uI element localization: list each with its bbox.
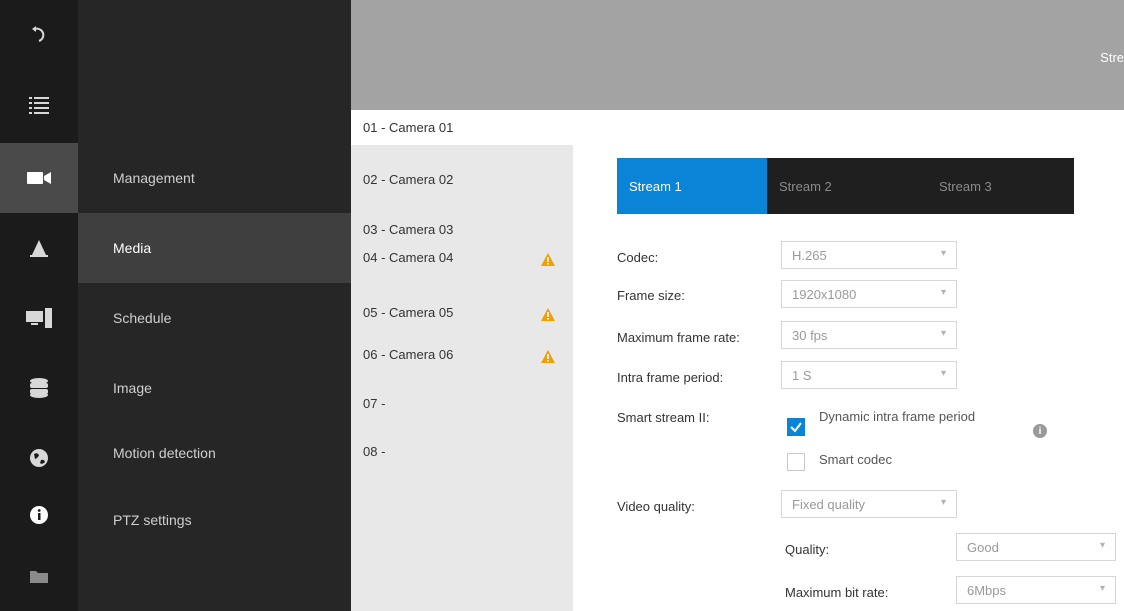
camera-item-label: 02 - Camera 02 (363, 172, 454, 187)
max-bit-rate-value: 6Mbps (967, 582, 1007, 598)
chevron-down-icon: ▾ (940, 368, 946, 379)
submenu-item-label: Media (113, 240, 152, 256)
chevron-down-icon: ▾ (940, 497, 946, 508)
max-frame-rate-select[interactable]: 30 fps ▾ (781, 321, 957, 349)
page-title: Stre (1100, 50, 1124, 65)
camera-item-label: 04 - Camera 04 (363, 250, 454, 265)
info-icon (30, 506, 48, 524)
database-icon (30, 378, 48, 398)
dynamic-intra-frame-checkbox[interactable] (787, 418, 805, 436)
chevron-down-icon: ▾ (1099, 583, 1105, 594)
info-tooltip-icon[interactable]: i (1033, 424, 1047, 438)
max-bit-rate-select[interactable]: 6Mbps ▾ (956, 576, 1116, 604)
checkmark-icon (790, 422, 802, 433)
video-quality-label: Video quality: (617, 499, 695, 514)
list-icon (29, 97, 49, 114)
camera-item-label: 08 - (363, 444, 386, 459)
camera-item[interactable]: 01 - Camera 01 (351, 110, 573, 145)
rail-item-storage[interactable] (0, 353, 78, 423)
camera-item[interactable]: 02 - Camera 02 (351, 162, 573, 197)
rail-item-media[interactable] (0, 143, 78, 213)
camera-item[interactable]: 07 - (351, 386, 573, 421)
chevron-down-icon: ▾ (940, 248, 946, 259)
camera-item[interactable]: 06 - Camera 06 (351, 337, 573, 372)
rail-item-list[interactable] (0, 70, 78, 140)
video-quality-value: Fixed quality (792, 496, 865, 512)
devices-icon (26, 308, 52, 328)
stream-settings-panel: Stream 1 Stream 2 Stream 3 Codec: H.265 … (573, 110, 1124, 611)
camera-item-label: 01 - Camera 01 (363, 120, 454, 135)
frame-size-select[interactable]: 1920x1080 ▾ (781, 280, 957, 308)
rail-item-about[interactable] (0, 480, 78, 550)
back-button[interactable] (0, 0, 78, 70)
rail-item-events[interactable] (0, 213, 78, 283)
submenu-item-label: PTZ settings (113, 512, 192, 528)
tab-label: Stream 3 (939, 178, 992, 194)
rail-item-files[interactable] (0, 541, 78, 611)
submenu-item-schedule[interactable]: Schedule (78, 283, 351, 353)
globe-icon (30, 449, 48, 467)
camera-item[interactable]: 04 - Camera 04 (351, 240, 573, 275)
back-arrow-icon (32, 26, 45, 42)
warning-icon (541, 253, 555, 266)
warning-icon (541, 350, 555, 363)
submenu-item-label: Schedule (113, 310, 172, 326)
smart-codec-checkbox[interactable] (787, 453, 805, 471)
stream-tabs: Stream 1 Stream 2 Stream 3 (617, 158, 1074, 214)
quality-label: Quality: (785, 542, 830, 557)
quality-value: Good (967, 539, 999, 555)
page-header: Stre (351, 0, 1124, 110)
tab-label: Stream 2 (779, 178, 832, 194)
camera-item-label: 06 - Camera 06 (363, 347, 454, 362)
camera-item[interactable]: 05 - Camera 05 (351, 295, 573, 330)
tab-stream-1[interactable]: Stream 1 (617, 158, 767, 214)
intra-frame-period-value: 1 S (792, 367, 812, 383)
alarm-cone-icon (30, 240, 48, 257)
quality-select[interactable]: Good ▾ (956, 533, 1116, 561)
warning-icon (541, 308, 555, 321)
dynamic-intra-frame-label: Dynamic intra frame period (819, 409, 976, 424)
codec-value: H.265 (792, 247, 827, 263)
settings-submenu: Management Media Schedule Image Motion d… (78, 0, 351, 611)
smart-stream-label: Smart stream II: (617, 410, 710, 425)
icon-rail (0, 0, 78, 611)
submenu-item-management[interactable]: Management (78, 143, 351, 213)
max-frame-rate-label: Maximum frame rate: (617, 330, 740, 345)
tab-label: Stream 1 (629, 178, 682, 194)
chevron-down-icon: ▾ (940, 328, 946, 339)
video-quality-select[interactable]: Fixed quality ▾ (781, 490, 957, 518)
smart-codec-label: Smart codec (819, 452, 892, 467)
max-bit-rate-label: Maximum bit rate: (785, 585, 889, 600)
submenu-item-motion-detection[interactable]: Motion detection (78, 418, 351, 488)
camera-item-label: 03 - Camera 03 (363, 222, 454, 237)
submenu-item-label: Motion detection (113, 445, 216, 461)
submenu-item-image[interactable]: Image (78, 353, 351, 423)
camera-list: 01 - Camera 01 02 - Camera 02 03 - Camer… (351, 110, 573, 611)
frame-size-label: Frame size: (617, 288, 685, 303)
camera-item[interactable]: 08 - (351, 434, 573, 469)
chevron-down-icon: ▾ (1099, 540, 1105, 551)
tab-stream-2[interactable]: Stream 2 (767, 158, 917, 214)
frame-size-value: 1920x1080 (792, 286, 857, 302)
rail-item-devices[interactable] (0, 283, 78, 353)
submenu-item-media[interactable]: Media (78, 213, 351, 283)
submenu-item-label: Image (113, 380, 152, 396)
camera-item-label: 05 - Camera 05 (363, 305, 454, 320)
submenu-item-ptz-settings[interactable]: PTZ settings (78, 485, 351, 555)
chevron-down-icon: ▾ (940, 287, 946, 298)
folder-icon (30, 571, 48, 583)
intra-frame-period-label: Intra frame period: (617, 370, 724, 385)
codec-label: Codec: (617, 250, 659, 265)
max-frame-rate-value: 30 fps (792, 327, 828, 343)
codec-select[interactable]: H.265 ▾ (781, 241, 957, 269)
tab-stream-3[interactable]: Stream 3 (927, 158, 1077, 214)
submenu-item-label: Management (113, 170, 195, 186)
camera-item-label: 07 - (363, 396, 386, 411)
video-camera-icon (27, 172, 51, 184)
intra-frame-period-select[interactable]: 1 S ▾ (781, 361, 957, 389)
